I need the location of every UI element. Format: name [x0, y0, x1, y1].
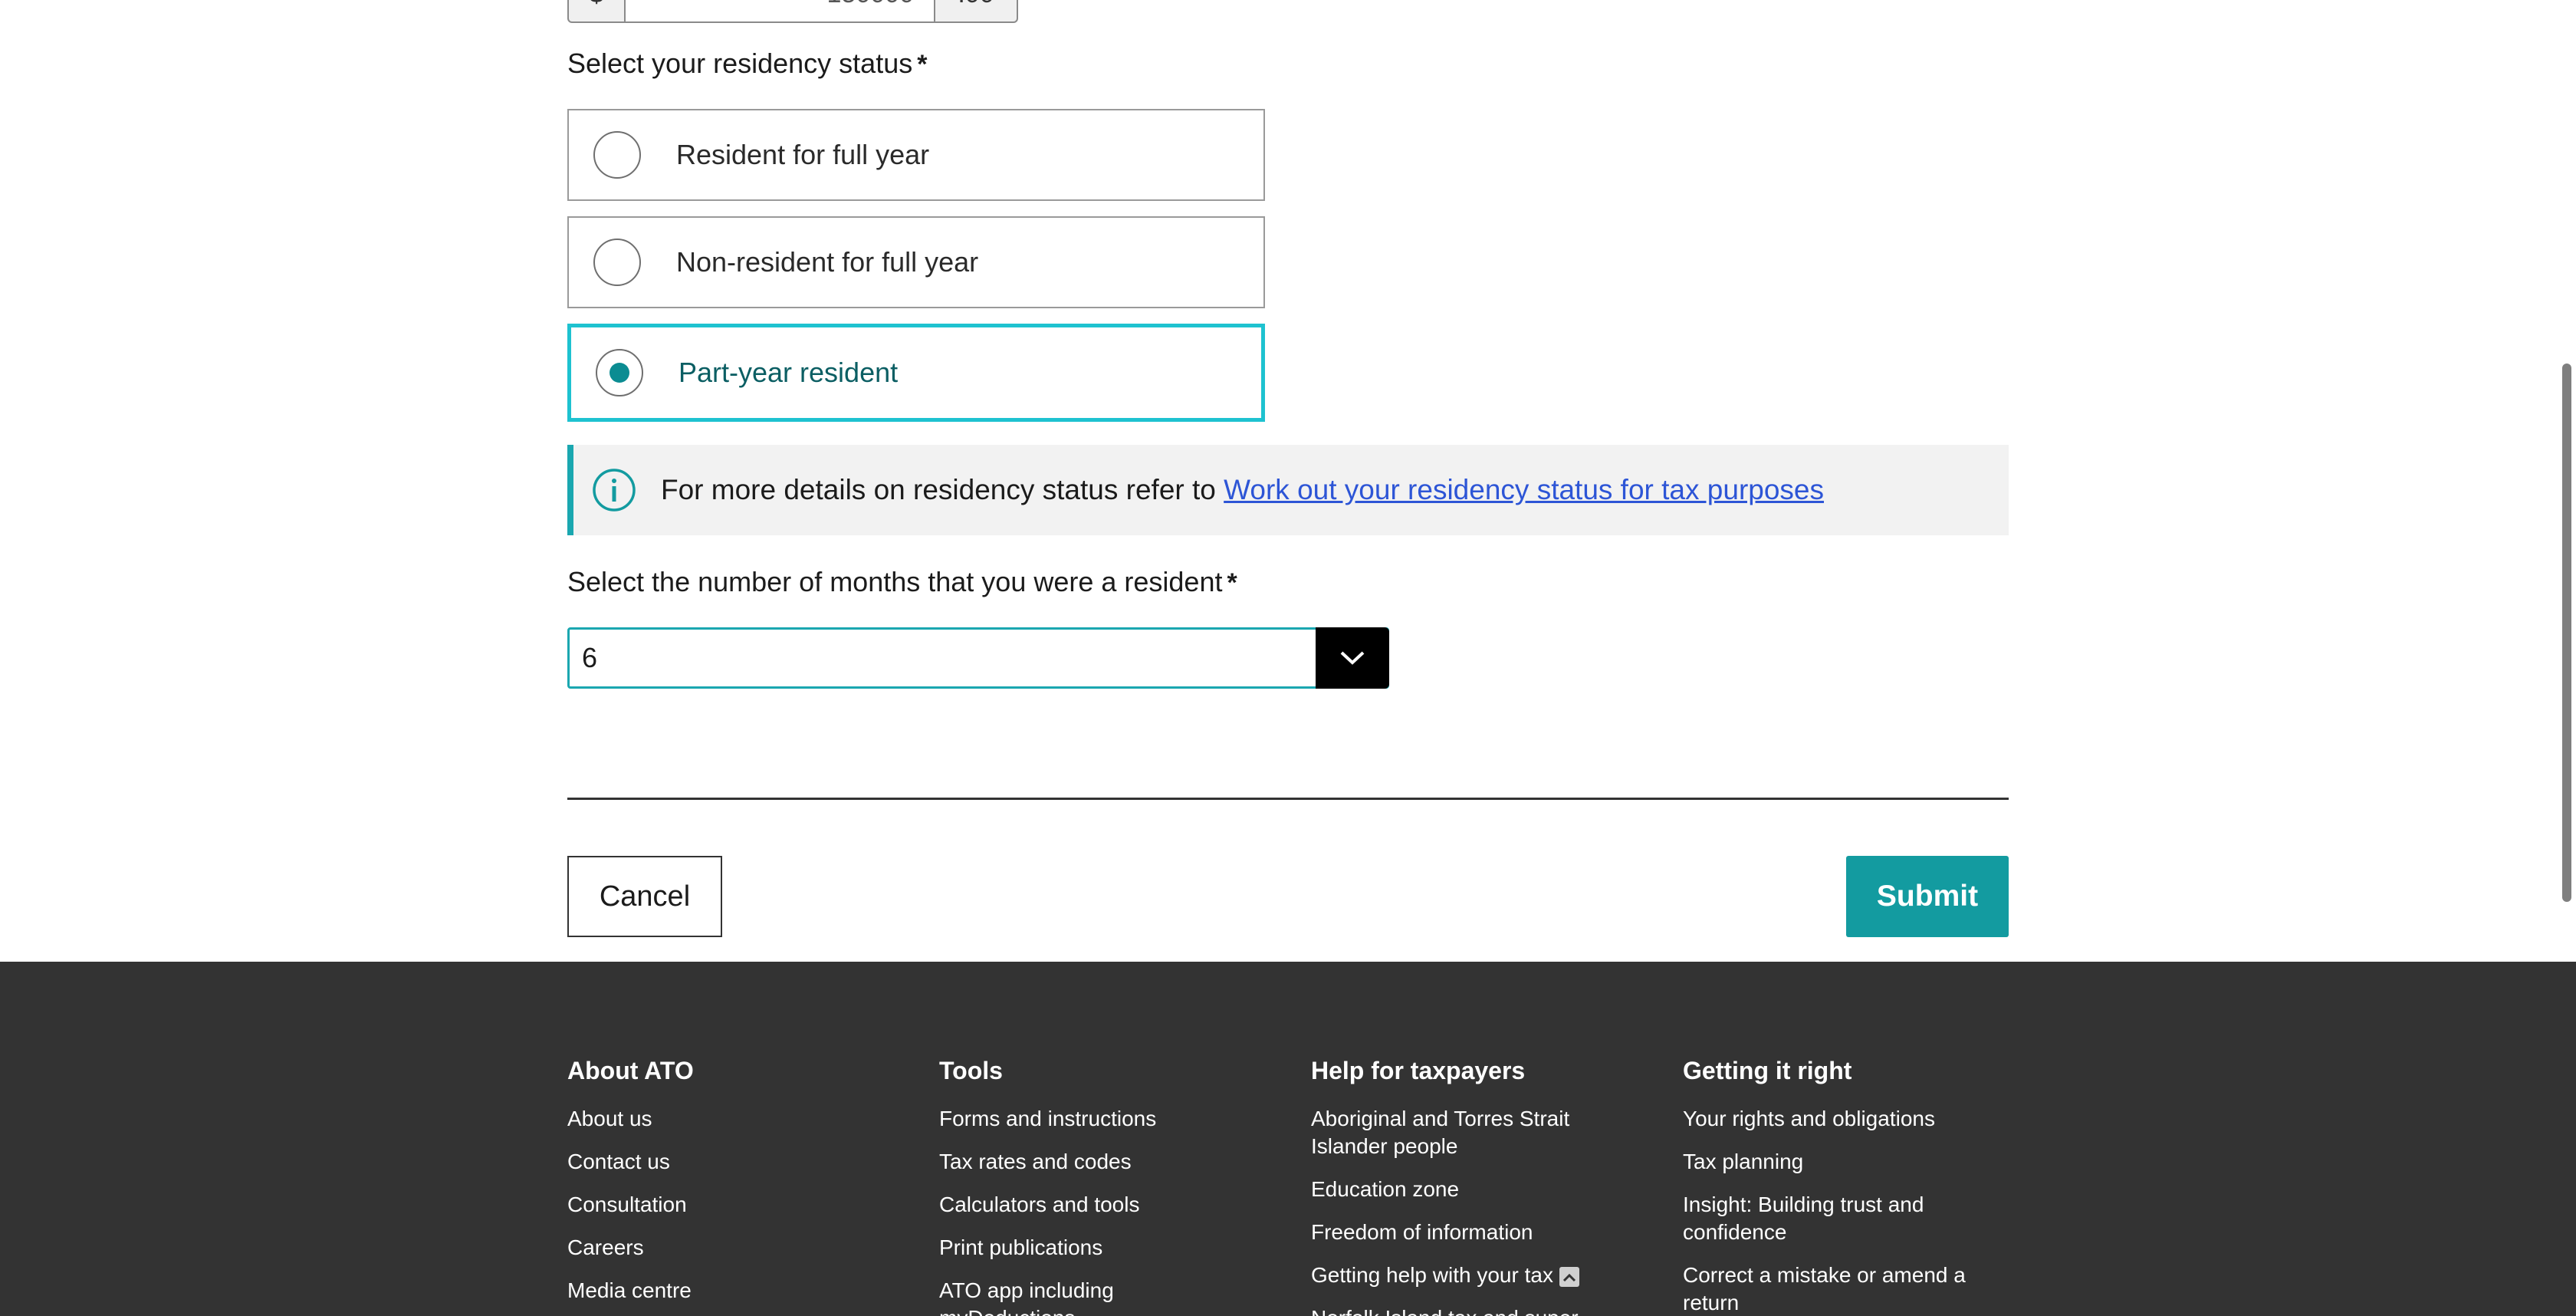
- footer-link[interactable]: Correct a mistake or amend a return: [1683, 1262, 1990, 1316]
- radio-part-year-resident[interactable]: Part-year resident: [567, 324, 1265, 422]
- site-footer: About ATO About us Contact us Consultati…: [0, 962, 2576, 1316]
- footer-heading: Help for taxpayers: [1311, 1057, 1526, 1084]
- footer-link[interactable]: Careers: [567, 1234, 905, 1262]
- radio-button-selected[interactable]: [596, 349, 643, 396]
- form-divider: [567, 798, 2009, 800]
- scrollbar-thumb[interactable]: [2562, 364, 2571, 902]
- residency-status-link[interactable]: Work out your residency status for tax p…: [1224, 474, 1824, 505]
- footer-link[interactable]: Freedom of information: [1311, 1219, 1648, 1246]
- submit-button[interactable]: Submit: [1846, 856, 2009, 937]
- footer-link[interactable]: Norfolk Island tax and super: [1311, 1304, 1648, 1316]
- footer-column-tools: Tools Forms and instructions Tax rates a…: [939, 1057, 1276, 1316]
- footer-link[interactable]: Consultation: [567, 1191, 905, 1219]
- footer-link-text: Getting help with your tax: [1311, 1263, 1553, 1287]
- residency-info-box: For more details on residency status ref…: [567, 445, 2009, 535]
- months-resident-label-text: Select the number of months that you wer…: [567, 566, 1223, 597]
- footer-link[interactable]: Tax planning: [1683, 1148, 2020, 1176]
- footer-column-help-for-taxpayers: Help for taxpayers Aboriginal and Torres…: [1311, 1057, 1648, 1316]
- footer-link[interactable]: Insight: Building trust and confidence: [1683, 1191, 1959, 1246]
- radio-selected-dot: [610, 363, 629, 383]
- footer-link[interactable]: Calculators and tools: [939, 1191, 1276, 1219]
- cents-suffix: .00: [935, 0, 1018, 23]
- months-resident-select[interactable]: 6: [567, 627, 1389, 689]
- radio-label: Part-year resident: [678, 357, 899, 388]
- currency-prefix: $: [567, 0, 626, 23]
- radio-button[interactable]: [593, 239, 641, 286]
- chevron-up-icon: [1559, 1266, 1579, 1287]
- residency-status-label: Select your residency status *: [567, 48, 927, 80]
- radio-non-resident-full-year[interactable]: Non-resident for full year: [567, 216, 1265, 308]
- months-selected-value: 6: [582, 642, 598, 673]
- info-text: For more details on residency status ref…: [661, 474, 1824, 506]
- residency-status-label-text: Select your residency status: [567, 48, 913, 79]
- footer-link[interactable]: Tax rates and codes: [939, 1148, 1276, 1176]
- required-mark: *: [917, 50, 928, 79]
- footer-link[interactable]: About us: [567, 1105, 905, 1133]
- income-input-group: $ 150000 .00: [567, 0, 1018, 23]
- footer-link[interactable]: Contact us: [567, 1148, 905, 1176]
- footer-link[interactable]: Aboriginal and Torres Strait Islander pe…: [1311, 1105, 1618, 1160]
- footer-link[interactable]: Your rights and obligations: [1683, 1105, 2020, 1133]
- footer-link[interactable]: Media centre: [567, 1277, 905, 1304]
- info-text-body: For more details on residency status ref…: [661, 474, 1224, 505]
- footer-heading: Getting it right: [1683, 1057, 1852, 1084]
- footer-link[interactable]: ATO app including myDeductions: [939, 1277, 1169, 1316]
- radio-label: Non-resident for full year: [676, 246, 979, 278]
- footer-link-getting-help[interactable]: Getting help with your tax: [1311, 1262, 1648, 1289]
- footer-link[interactable]: Forms and instructions: [939, 1105, 1276, 1133]
- select-dropdown-button[interactable]: [1316, 627, 1389, 689]
- footer-heading: Tools: [939, 1057, 1003, 1084]
- chevron-down-icon: [1340, 651, 1365, 665]
- taxable-income-input[interactable]: 150000: [626, 0, 935, 23]
- footer-link[interactable]: Education zone: [1311, 1176, 1648, 1203]
- radio-button[interactable]: [593, 131, 641, 179]
- radio-resident-full-year[interactable]: Resident for full year: [567, 109, 1265, 201]
- footer-link[interactable]: Print publications: [939, 1234, 1276, 1262]
- footer-column-getting-it-right: Getting it right Your rights and obligat…: [1683, 1057, 2020, 1316]
- footer-column-about-ato: About ATO About us Contact us Consultati…: [567, 1057, 905, 1316]
- footer-heading: About ATO: [567, 1057, 694, 1084]
- required-mark: *: [1227, 568, 1237, 597]
- radio-label: Resident for full year: [676, 139, 930, 170]
- cancel-button[interactable]: Cancel: [567, 856, 722, 937]
- months-resident-label: Select the number of months that you wer…: [567, 566, 1237, 598]
- info-circle-icon: [593, 469, 636, 512]
